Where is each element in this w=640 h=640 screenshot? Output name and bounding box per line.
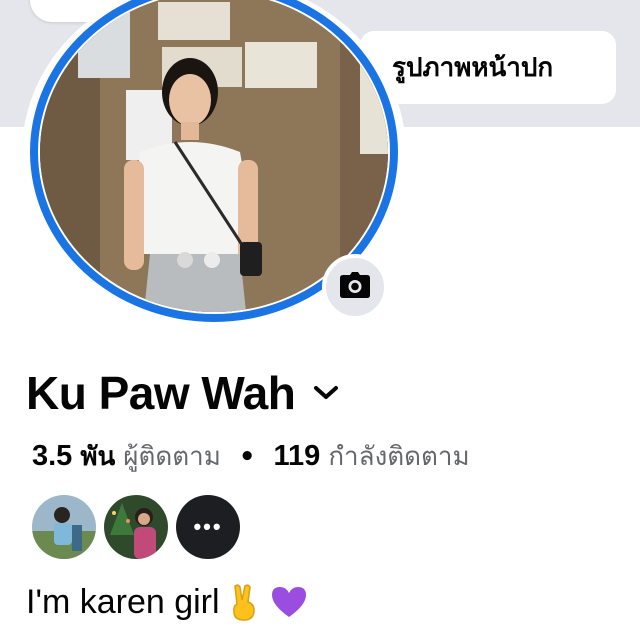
following-label[interactable]: กำลังติดตาม (328, 436, 469, 477)
followers-label[interactable]: ผู้ติดตาม (123, 436, 221, 477)
friend-photo (104, 495, 168, 559)
followers-unit: พัน (80, 442, 116, 472)
profile-name: Ku Paw Wah (26, 367, 296, 419)
following-count[interactable]: 119 (274, 440, 321, 473)
profile-bio: I'm karen girl (26, 582, 308, 622)
friend-avatar[interactable] (32, 495, 96, 559)
follow-stats: 3.5 พัน ผู้ติดตาม • 119 กำลังติดตาม (32, 436, 470, 477)
stats-separator: • (238, 442, 256, 472)
profile-name-row[interactable]: Ku Paw Wah (26, 366, 339, 420)
followers-count[interactable]: 3.5 (32, 440, 72, 473)
friend-photo (32, 495, 96, 559)
edit-cover-photo-button[interactable]: รูปภาพหน้าปก (360, 31, 616, 104)
purple-heart-emoji (270, 585, 308, 619)
mutual-friends-row: ••• (32, 495, 240, 559)
friend-avatar[interactable] (104, 495, 168, 559)
camera-icon (340, 271, 370, 303)
victory-hand-emoji (228, 582, 258, 622)
chevron-down-icon[interactable] (313, 385, 339, 401)
edit-cover-photo-label: รูปภาพหน้าปก (392, 53, 554, 83)
more-friends-label: ••• (193, 514, 223, 539)
change-profile-picture-button[interactable] (322, 254, 388, 320)
bio-text: I'm karen girl (26, 582, 220, 621)
more-friends-button[interactable]: ••• (176, 495, 240, 559)
